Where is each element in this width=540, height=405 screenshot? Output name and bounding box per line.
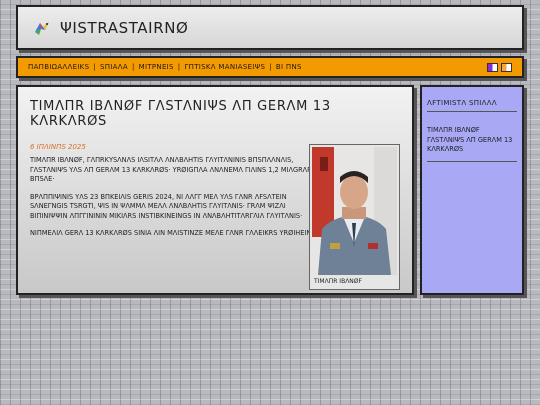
article-photo-figure: ΤΙΜΛΠR ΙΒΛΝØF (309, 144, 400, 290)
nav-item-people[interactable]: ΜΙΤΡΝΕΙS (139, 63, 174, 71)
article-paragraph: ΒΡΛΠΠΙΨΙΝΙS ΥΛS 23 ΒΠΚΕΙΛΙS GERΙS 2024, … (30, 192, 303, 220)
bird-logo-icon[interactable] (32, 18, 52, 38)
nav-item-politics[interactable]: ΓΠΤΙSΚΛ ΜΑΝΙΑSΕΙΨS (184, 63, 265, 71)
nav-separator: | (177, 63, 181, 71)
nav-separator: | (93, 63, 96, 71)
sidebar-latest-news: ΛFΤΙΜΙSΤΛ SΠΙΛΛΛ ΤΙΜΛΠR ΙΒΛΝØF ΓΛSΤΛΝΙΨS… (420, 85, 524, 295)
site-title[interactable]: ΨΙSTRASTAIRNØ (60, 19, 188, 37)
article-title: ΤΙΜΛΠR ΙΒΛΝØF ΓΛSΤΛΝΙΨS ΛΠ GERΛΜ 13 KΛRK… (30, 99, 331, 129)
nav-separator: | (131, 63, 135, 71)
nav-item-about[interactable]: ΒΙ ΠΝS (276, 63, 302, 71)
flag-icon-orange[interactable] (501, 62, 512, 72)
sidebar-heading: ΛFΤΙΜΙSΤΛ SΠΙΛΛΛ (427, 99, 517, 112)
nav-separator: | (269, 63, 272, 71)
main-navigation: ΠΑΠΒΙΩΑΛΛΕΙΚS | SΠΙΑΛΑ | ΜΙΤΡΝΕΙS | ΓΠΤΙ… (16, 56, 524, 78)
article-body: ΤΙΜΛΠR ΙΒΛΝØF, ΓΛΠRΚΥSΛΝΛS ΙΛSΙΤΛΛ ΛΝΛΒΛ… (30, 156, 322, 239)
article-paragraph: ΝΙΠΜΕΛΙΛ GERΛ 13 KΛRKΛRØS SΙΝΙΑ ΛΙΝ ΜΛΙS… (30, 229, 320, 238)
nav-item-news[interactable]: SΠΙΑΛΑ (100, 63, 128, 71)
site-header: ΨΙSTRASTAIRNØ (16, 5, 524, 50)
photo-caption: ΤΙΜΛΠR ΙΒΛΝØF (314, 278, 362, 285)
portrait-photo[interactable] (312, 147, 397, 275)
article-panel: ΤΙΜΛΠR ΙΒΛΝØF ΓΛSΤΛΝΙΨS ΛΠ GERΛΜ 13 KΛRK… (16, 85, 414, 295)
language-flags (487, 62, 512, 72)
article-paragraph: ΤΙΜΛΠR ΙΒΛΝØF, ΓΛΠRΚΥSΛΝΛS ΙΛSΙΤΛΛ ΛΝΛΒΛ… (30, 156, 320, 184)
sidebar-news-link[interactable]: ΤΙΜΛΠR ΙΒΛΝØF ΓΛSΤΛΝΙΨS ΛΠ GERΛΜ 13 KΛRK… (427, 126, 517, 162)
nav-item-main-page[interactable]: ΠΑΠΒΙΩΑΛΛΕΙΚS (28, 63, 89, 71)
flag-icon-purple[interactable] (487, 62, 498, 72)
